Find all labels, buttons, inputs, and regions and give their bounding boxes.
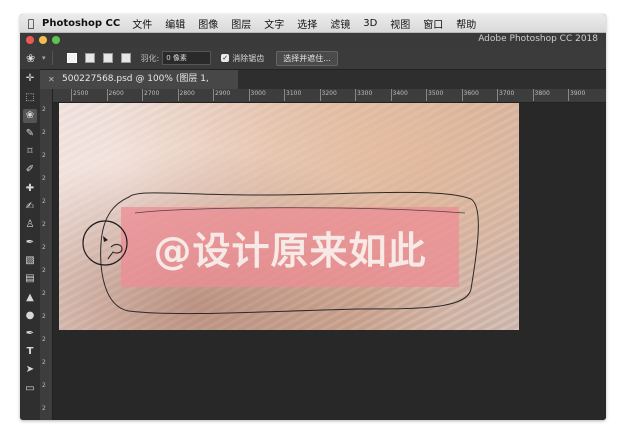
ruler-tick-label: 2 [42, 244, 46, 251]
document-tab[interactable]: ✕ 500227568.psd @ 100% (图层 1, RGB/8) * [40, 70, 238, 103]
menu-file[interactable]: 文件 [132, 16, 152, 31]
brush-icon[interactable]: ✍ [23, 200, 37, 214]
antialias-label: 消除锯齿 [232, 53, 265, 63]
document-canvas[interactable]: @设计原来如此 [59, 103, 519, 330]
menu-layer[interactable]: 图层 [231, 16, 251, 31]
menu-image[interactable]: 图像 [198, 16, 218, 31]
tools-panel: ✛ ⬚ ❀ ✎ ⌑ ✐ ✚ ✍ ♙ ✒ ▧ ▤ ▲ ● ✒ T ➤ ▭ [20, 69, 41, 420]
blur-icon[interactable]: ▲ [23, 291, 37, 305]
ruler-tick-label: 3800 [532, 89, 550, 101]
ruler-tick-label: 3500 [425, 89, 444, 101]
close-window-button[interactable] [26, 36, 34, 44]
crop-icon[interactable]: ⌑ [23, 145, 37, 159]
path-select-icon[interactable]: ➤ [23, 363, 37, 377]
lasso-selection-path [82, 191, 479, 315]
canvas-workspace[interactable]: @设计原来如此 [59, 103, 606, 420]
ruler-tick-label: 2 [42, 336, 46, 343]
intersect-selection-mode-button[interactable] [120, 53, 131, 63]
minimize-window-button[interactable] [39, 36, 47, 44]
feather-label: 羽化: [140, 53, 160, 63]
menu-filter[interactable]: 滤镜 [330, 16, 350, 31]
ruler-tick-label: 2 [42, 267, 46, 274]
ruler-tick-label: 2 [42, 290, 46, 297]
chevron-down-icon[interactable]: ▾ [42, 54, 46, 62]
menu-window[interactable]: 窗口 [423, 16, 443, 31]
brush-cursor-circle [82, 220, 128, 266]
ruler-tick-label: 3300 [354, 89, 373, 101]
ruler-tick-label: 3100 [283, 89, 302, 101]
ruler-tick-label: 3000 [248, 89, 266, 101]
window-title: Adobe Photoshop CC 2018 [478, 34, 598, 44]
options-bar: ❀ ▾ 羽化: 0 像素 ✓ 消除锯齿 选择并遮住... [20, 47, 606, 70]
new-selection-mode-button[interactable] [66, 53, 77, 63]
ruler-tick-label: 3900 [567, 89, 586, 101]
ruler-tick-label: 2 [42, 359, 46, 366]
menu-select[interactable]: 选择 [297, 16, 317, 31]
ruler-tick-label: 3700 [496, 89, 515, 101]
ruler-tick-label: 3600 [461, 89, 479, 101]
ruler-tick-label: 2900 [212, 89, 231, 101]
ruler-tick-label: 2 [42, 129, 46, 136]
ruler-tick-label: 2 [42, 405, 46, 412]
feather-input[interactable]: 0 像素 [162, 51, 212, 65]
gradient-icon[interactable]: ▤ [23, 272, 37, 286]
lasso-icon[interactable]: ❀ [23, 109, 37, 123]
move-icon[interactable]: ✛ [23, 72, 37, 86]
antialias-checkbox[interactable]: ✓ [221, 54, 230, 62]
menu-help[interactable]: 帮助 [456, 16, 476, 31]
menu-type[interactable]: 文字 [264, 16, 284, 31]
subtract-selection-mode-button[interactable] [102, 53, 113, 63]
document-tab-bar: ✕ 500227568.psd @ 100% (图层 1, RGB/8) * [40, 70, 606, 103]
zoom-window-button[interactable] [52, 36, 60, 44]
ruler-tick-label: 2 [42, 313, 46, 320]
pen-icon[interactable]: ✒ [23, 327, 37, 341]
ruler-tick-label: 3200 [319, 89, 337, 101]
quick-select-icon[interactable]: ✎ [23, 127, 37, 141]
menu-view[interactable]: 视图 [390, 16, 410, 31]
healing-icon[interactable]: ✚ [23, 182, 37, 196]
ruler-tick-label: 2 [42, 221, 46, 228]
ruler-tick-label: 2500 [70, 89, 89, 101]
ruler-tick-label: 2 [42, 382, 46, 389]
select-and-mask-button[interactable]: 选择并遮住... [276, 50, 338, 66]
add-selection-mode-button[interactable] [84, 53, 95, 63]
vertical-ruler[interactable]: 2 2 2 2 2 2 2 2 2 2 2 2 2 2 [40, 89, 53, 420]
menu-app-name[interactable]: Photoshop CC [42, 18, 120, 29]
eyedropper-icon[interactable]: ✐ [23, 163, 37, 177]
horizontal-ruler[interactable]: 2500 2600 2700 2800 2900 3000 3100 3200 3300 3400… [59, 89, 606, 103]
lasso-path-inner [134, 207, 466, 214]
photoshop-window:  Photoshop CC 文件 编辑 图像 图层 文字 选择 滤镜 3D 视… [20, 14, 606, 420]
lasso-icon[interactable]: ❀ [26, 52, 40, 65]
ruler-tick-label: 3400 [390, 89, 408, 101]
divider [51, 51, 53, 65]
ruler-tick-label: 2 [42, 152, 46, 159]
lasso-cursor-icon [107, 244, 123, 260]
menu-bar:  Photoshop CC 文件 编辑 图像 图层 文字 选择 滤镜 3D 视… [20, 14, 606, 33]
dodge-icon[interactable]: ● [23, 309, 37, 323]
title-bar: Adobe Photoshop CC 2018 [20, 33, 606, 47]
ruler-tick-label: 2600 [106, 89, 124, 101]
rectangle-icon[interactable]: ▭ [23, 382, 37, 396]
type-icon[interactable]: T [23, 345, 37, 359]
ruler-tick-label: 2 [42, 106, 46, 113]
ruler-tick-label: 2 [42, 198, 46, 205]
menu-3d[interactable]: 3D [363, 18, 377, 29]
ruler-tick-label: 2700 [141, 89, 160, 101]
ruler-tick-label: 2 [42, 175, 46, 182]
ruler-tick-label: 2800 [177, 89, 195, 101]
history-brush-icon[interactable]: ✒ [23, 236, 37, 250]
eraser-icon[interactable]: ▧ [23, 254, 37, 268]
menu-edit[interactable]: 编辑 [165, 16, 185, 31]
clone-stamp-icon[interactable]: ♙ [23, 218, 37, 232]
apple-icon[interactable]:  [20, 17, 42, 30]
marquee-icon[interactable]: ⬚ [23, 91, 37, 105]
close-icon[interactable]: ✕ [48, 70, 55, 89]
cursor-arrow-icon [103, 236, 108, 242]
